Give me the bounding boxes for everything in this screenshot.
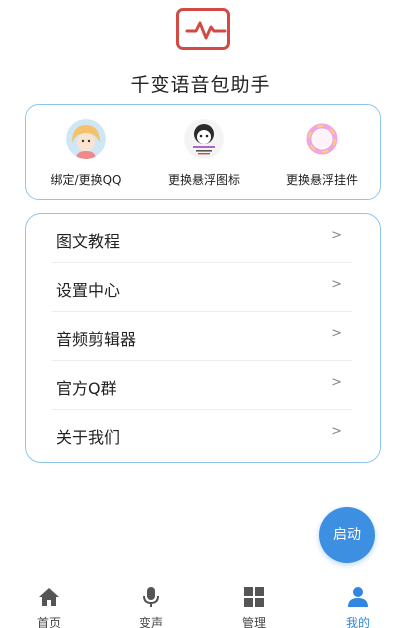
menu-item-audio-editor[interactable]: 音频剪辑器 >: [52, 312, 352, 361]
menu-card: 图文教程 > 设置中心 > 音频剪辑器 > 官方Q群 > 关于我们 >: [25, 213, 381, 463]
tab-mine[interactable]: 我的: [318, 586, 398, 628]
pendant-ring-icon: [302, 119, 342, 159]
user-icon: [348, 587, 368, 607]
start-button[interactable]: 启动: [319, 507, 375, 563]
bottom-tab-bar: 首页 变声 管理 我的: [0, 580, 401, 628]
tab-label: 管理: [241, 616, 266, 628]
menu-item-label: 设置中心: [56, 281, 121, 300]
tab-voice-change[interactable]: 变声: [111, 586, 191, 628]
bind-qq-shortcut[interactable]: 绑定/更换QQ: [26, 119, 146, 188]
menu-item-label: 关于我们: [56, 428, 121, 447]
grid-icon: [244, 587, 264, 607]
float-icon-shortcut[interactable]: 更换悬浮图标: [144, 119, 264, 188]
tab-label: 首页: [36, 616, 61, 628]
waveform-icon: [185, 21, 227, 40]
avatar-icon: [66, 119, 106, 159]
tab-label: 变声: [138, 616, 163, 628]
menu-item-settings[interactable]: 设置中心 >: [52, 263, 352, 312]
chevron-right-icon: >: [331, 424, 342, 439]
shortcut-label: 更换悬浮挂件: [285, 173, 358, 187]
chevron-right-icon: >: [331, 277, 342, 292]
menu-item-official-qq-group[interactable]: 官方Q群 >: [52, 361, 352, 410]
microphone-icon: [143, 587, 159, 607]
float-pendant-shortcut[interactable]: 更换悬浮挂件: [262, 119, 382, 188]
menu-item-label: 图文教程: [56, 232, 121, 251]
menu-item-label: 音频剪辑器: [56, 330, 137, 349]
shortcut-card: 绑定/更换QQ 更换悬浮图标 更换悬浮挂件: [25, 104, 381, 200]
menu-item-label: 官方Q群: [56, 379, 117, 398]
shortcut-label: 绑定/更换QQ: [50, 173, 122, 187]
chevron-right-icon: >: [331, 228, 342, 243]
tab-home[interactable]: 首页: [9, 586, 89, 628]
float-icon-sticker: [184, 119, 224, 159]
app-logo: [176, 8, 230, 50]
menu-item-tutorial[interactable]: 图文教程 >: [52, 214, 352, 263]
tab-manage[interactable]: 管理: [214, 586, 294, 628]
shortcut-label: 更换悬浮图标: [167, 173, 240, 187]
app-title: 千变语音包助手: [130, 74, 271, 96]
menu-item-about-us[interactable]: 关于我们 >: [52, 410, 352, 459]
chevron-right-icon: >: [331, 375, 342, 390]
chevron-right-icon: >: [331, 326, 342, 341]
home-icon: [39, 588, 59, 606]
tab-label: 我的: [345, 616, 370, 628]
